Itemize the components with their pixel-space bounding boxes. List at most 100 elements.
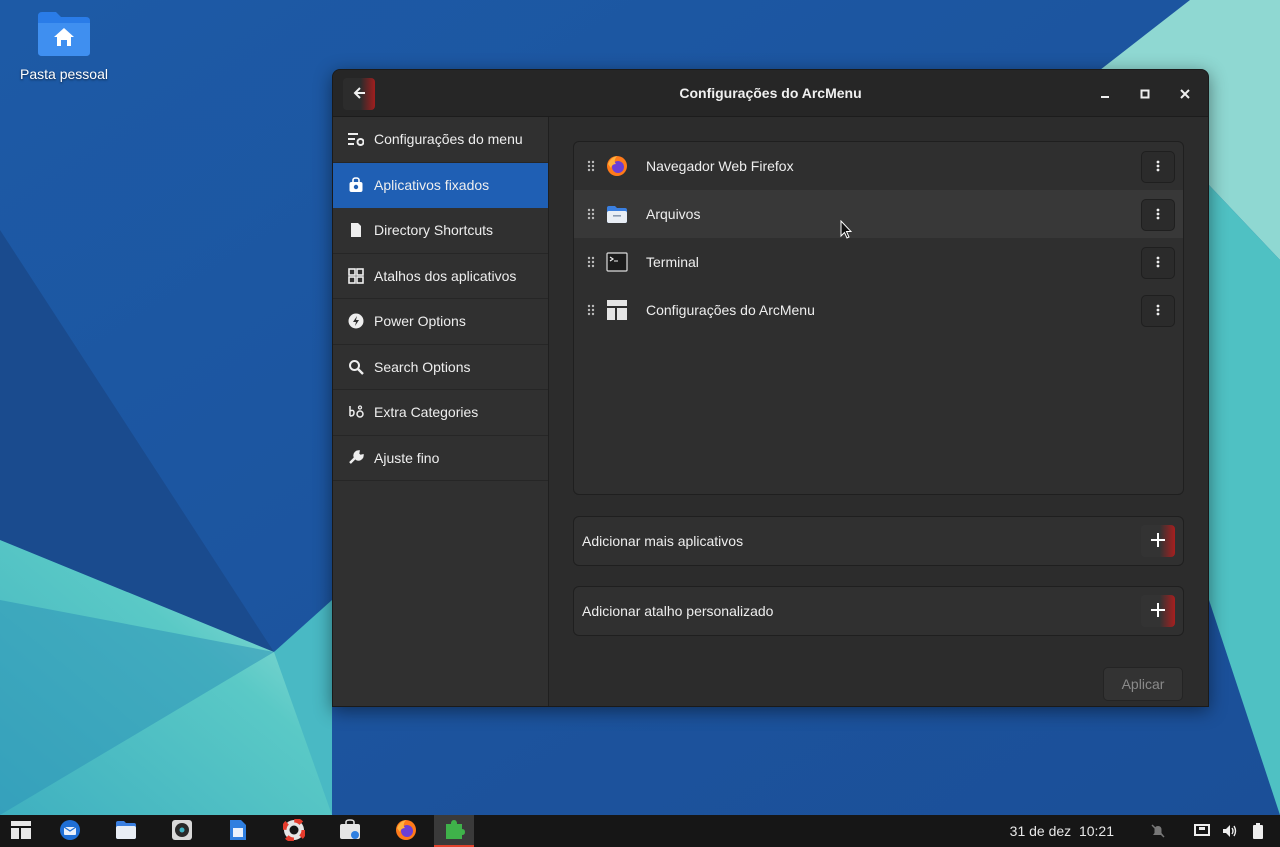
menu-settings-icon [347,130,365,148]
document-icon [347,221,365,239]
more-vertical-icon [1156,255,1160,271]
libreoffice-writer-icon [229,819,247,844]
rhythmbox-icon [171,819,193,844]
sidebar-item-menu-settings[interactable]: Configurações do menu [333,117,548,163]
app-options-button[interactable] [1141,247,1175,279]
sidebar-item-label: Search Options [374,358,471,375]
taskbar-app[interactable] [210,815,266,847]
taskbar-app-active[interactable] [434,815,474,847]
volume-icon[interactable] [1216,815,1244,847]
drag-handle-icon[interactable] [582,304,600,316]
wrench-icon [347,449,365,467]
folder-home-icon [34,10,94,58]
plus-icon [1151,532,1165,550]
app-options-button[interactable] [1141,295,1175,327]
add-more-apps-label: Adicionar mais aplicativos [582,533,744,549]
thunderbird-icon [59,819,81,844]
pinned-app-name: Configurações do ArcMenu [646,302,815,318]
close-button[interactable] [1173,82,1197,106]
arcmenu-icon [11,820,31,842]
pinned-apps-icon [347,176,365,194]
sidebar-item-directory-shortcuts[interactable]: Directory Shortcuts [333,208,548,254]
pinned-app-row[interactable]: Arquivos [574,190,1183,238]
mouse-cursor-icon [840,219,853,243]
pinned-app-row[interactable]: Terminal [574,238,1183,286]
sidebar-item-power-options[interactable]: Power Options [333,299,548,345]
clock-time: 10:21 [1078,823,1114,839]
more-vertical-icon [1156,159,1160,175]
sidebar-item-label: Directory Shortcuts [374,222,494,239]
minimize-button[interactable] [1093,82,1117,106]
taskbar-app[interactable] [154,815,210,847]
maximize-icon [1140,86,1150,102]
network-icon[interactable] [1188,815,1216,847]
pinned-app-name: Terminal [646,254,699,270]
window-title: Configurações do ArcMenu [679,85,862,101]
categories-icon [347,403,365,421]
minimize-icon [1100,86,1110,102]
settings-content: Navegador Web Firefox Arquivos Terminal [549,117,1208,706]
add-more-apps-row[interactable]: Adicionar mais aplicativos [573,516,1184,566]
sidebar-item-extra-categories[interactable]: Extra Categories [333,390,548,436]
drag-handle-icon[interactable] [582,160,600,172]
taskbar-app[interactable] [322,815,378,847]
home-folder-label: Pasta pessoal [20,66,108,82]
sidebar-item-label: Ajuste fino [374,449,440,466]
arrow-left-icon [352,86,366,103]
plus-icon [1151,602,1165,620]
taskbar-app[interactable] [42,815,98,847]
software-icon [339,818,361,844]
titlebar[interactable]: Configurações do ArcMenu [333,70,1208,117]
pinned-app-row[interactable]: Configurações do ArcMenu [574,286,1183,334]
home-folder-shortcut[interactable]: Pasta pessoal [14,10,114,82]
sidebar-item-label: Aplicativos fixados [374,176,490,193]
pinned-app-name: Arquivos [646,206,701,222]
sidebar-item-label: Atalhos dos aplicativos [374,267,517,284]
add-custom-shortcut-label: Adicionar atalho personalizado [582,603,774,619]
sidebar-item-search-options[interactable]: Search Options [333,345,548,390]
more-vertical-icon [1156,303,1160,319]
clock[interactable]: 31 de dez 10:21 [1010,823,1114,839]
files-icon [606,203,628,225]
add-custom-shortcut-button[interactable] [1141,595,1175,627]
extensions-icon [443,818,465,843]
app-options-button[interactable] [1141,199,1175,231]
pinned-app-row[interactable]: Navegador Web Firefox [574,142,1183,190]
taskbar-app[interactable] [98,815,154,847]
battery-icon[interactable] [1244,815,1272,847]
sidebar-item-label: Configurações do menu [374,131,523,148]
add-custom-shortcut-row[interactable]: Adicionar atalho personalizado [573,586,1184,636]
maximize-button[interactable] [1133,82,1157,106]
more-vertical-icon [1156,207,1160,223]
close-icon [1180,86,1190,102]
sidebar-item-pinned-apps[interactable]: Aplicativos fixados [333,162,548,208]
taskbar: 31 de dez 10:21 [0,815,1280,847]
taskbar-app-menu[interactable] [0,815,42,847]
firefox-icon [395,819,417,844]
notifications-muted-icon[interactable] [1144,815,1172,847]
pinned-apps-list: Navegador Web Firefox Arquivos Terminal [573,141,1184,495]
sidebar-item-label: Extra Categories [374,404,479,421]
sidebar-item-app-shortcuts[interactable]: Atalhos dos aplicativos [333,254,548,299]
search-icon [347,358,365,376]
arcmenu-settings-icon [606,299,628,321]
clock-date: 31 de dez [1009,823,1072,839]
back-button[interactable] [343,78,375,110]
terminal-icon [606,251,628,273]
files-icon [115,820,137,843]
taskbar-app[interactable] [266,815,322,847]
help-icon [281,817,307,844]
firefox-icon [606,155,628,177]
drag-handle-icon[interactable] [582,256,600,268]
sidebar-item-fine-tune[interactable]: Ajuste fino [333,436,548,481]
add-more-apps-button[interactable] [1141,525,1175,557]
drag-handle-icon[interactable] [582,208,600,220]
settings-sidebar: Configurações do menu Aplicativos fixado… [333,117,549,706]
taskbar-app[interactable] [378,815,434,847]
system-tray: 31 de dez 10:21 [1010,815,1280,847]
grid-icon [347,267,365,285]
power-icon [347,312,365,330]
sidebar-item-label: Power Options [374,313,466,330]
app-options-button[interactable] [1141,151,1175,183]
apply-button[interactable]: Aplicar [1103,667,1183,701]
